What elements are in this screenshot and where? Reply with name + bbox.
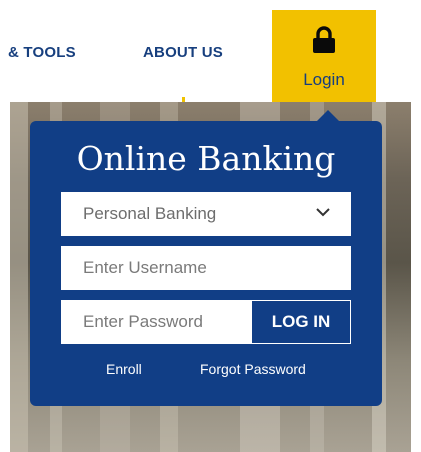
enroll-link[interactable]: Enroll <box>106 361 142 377</box>
forgot-password-link[interactable]: Forgot Password <box>200 361 306 377</box>
login-tab-label: Login <box>303 70 345 89</box>
account-type-select[interactable]: Personal Banking <box>61 192 351 236</box>
online-banking-panel: Online Banking Personal Banking LOG IN E… <box>30 121 382 406</box>
password-input[interactable] <box>61 300 251 344</box>
lock-icon <box>313 26 335 53</box>
username-input[interactable] <box>61 246 351 290</box>
password-field-wrapper <box>61 300 251 344</box>
panel-title: Online Banking <box>76 139 336 178</box>
chevron-down-icon <box>316 208 330 217</box>
nav-tools-link[interactable]: & TOOLS <box>8 44 76 61</box>
login-button[interactable]: LOG IN <box>251 300 351 344</box>
nav-about-link[interactable]: ABOUT US <box>143 44 223 61</box>
login-tab[interactable]: Login <box>272 10 376 102</box>
username-field-wrapper <box>61 246 351 290</box>
account-type-value: Personal Banking <box>83 204 217 223</box>
